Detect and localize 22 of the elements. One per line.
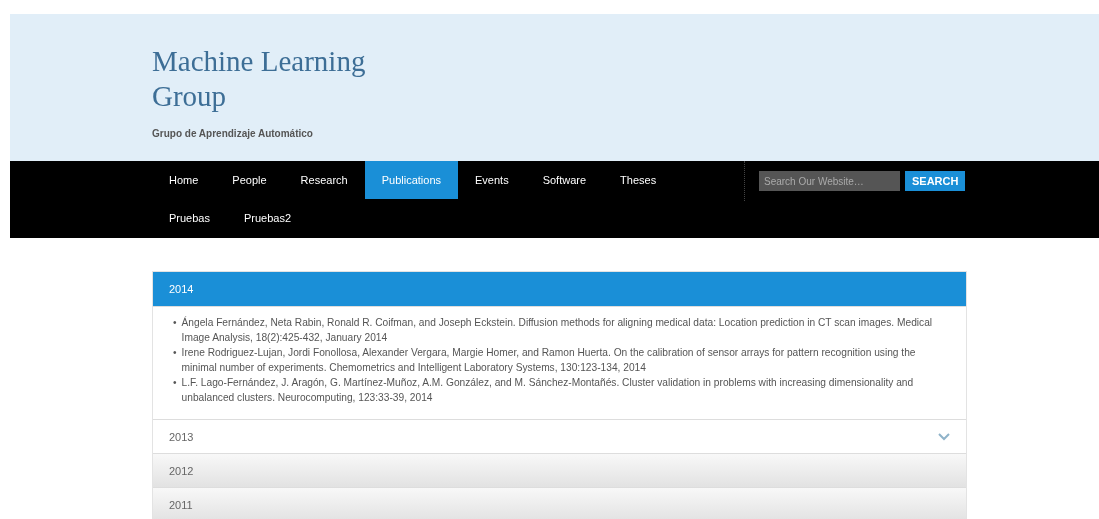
bullet: •: [173, 316, 177, 330]
year-header[interactable]: 2012: [153, 454, 966, 488]
nav-item[interactable]: Home: [152, 161, 216, 199]
nav-item[interactable]: Research: [283, 161, 365, 199]
publication-entry: Irene Rodriguez-Lujan, Jordi Fonollosa, Alexander Vergara, Margie Homer, and Ramon Huerta. On the calibration of sensor arrays for pattern recognition using the minimal number of experiments. Chemometrics and Intelligent Laboratory Systems, 130:123-134, 2014: [181, 346, 917, 375]
nav-item[interactable]: Publications: [364, 161, 458, 199]
nav-item[interactable]: Theses: [603, 161, 674, 199]
nav-item[interactable]: Pruebas2: [227, 199, 309, 237]
year-header[interactable]: 2011: [153, 488, 966, 519]
bullet: •: [173, 346, 177, 360]
publication-entry: L.F. Lago-Fernández, J. Aragón, G. Martínez-Muñoz, A.M. González, and M. Sánchez-Montañés. Cluster validation in problems with increasing dimensionality and unbalanced clusters. Neurocomputing, 123:33-39, 2014: [181, 376, 915, 405]
nav-item[interactable]: Events: [458, 161, 526, 199]
nav-item[interactable]: People: [215, 161, 284, 199]
site-title[interactable]: Machine Learning Group: [152, 44, 392, 114]
search-field[interactable]: Search Our Website…: [759, 171, 900, 191]
site-tagline: Grupo de Aprendizaje Automático: [152, 128, 314, 139]
bullet: •: [173, 376, 177, 390]
nav-item[interactable]: Software: [525, 161, 604, 199]
nav-item[interactable]: Pruebas: [152, 199, 227, 237]
publication-entry: Ángela Fernández, Neta Rabin, Ronald R. Coifman, and Joseph Eckstein. Diffusion methods for aligning medical data: Location prediction in CT scan images. Medical Image Analysis, 18(2):425-432, January 2014: [181, 315, 934, 345]
year-header[interactable]: 2014: [153, 272, 966, 307]
search-button[interactable]: SEARCH: [905, 171, 966, 191]
